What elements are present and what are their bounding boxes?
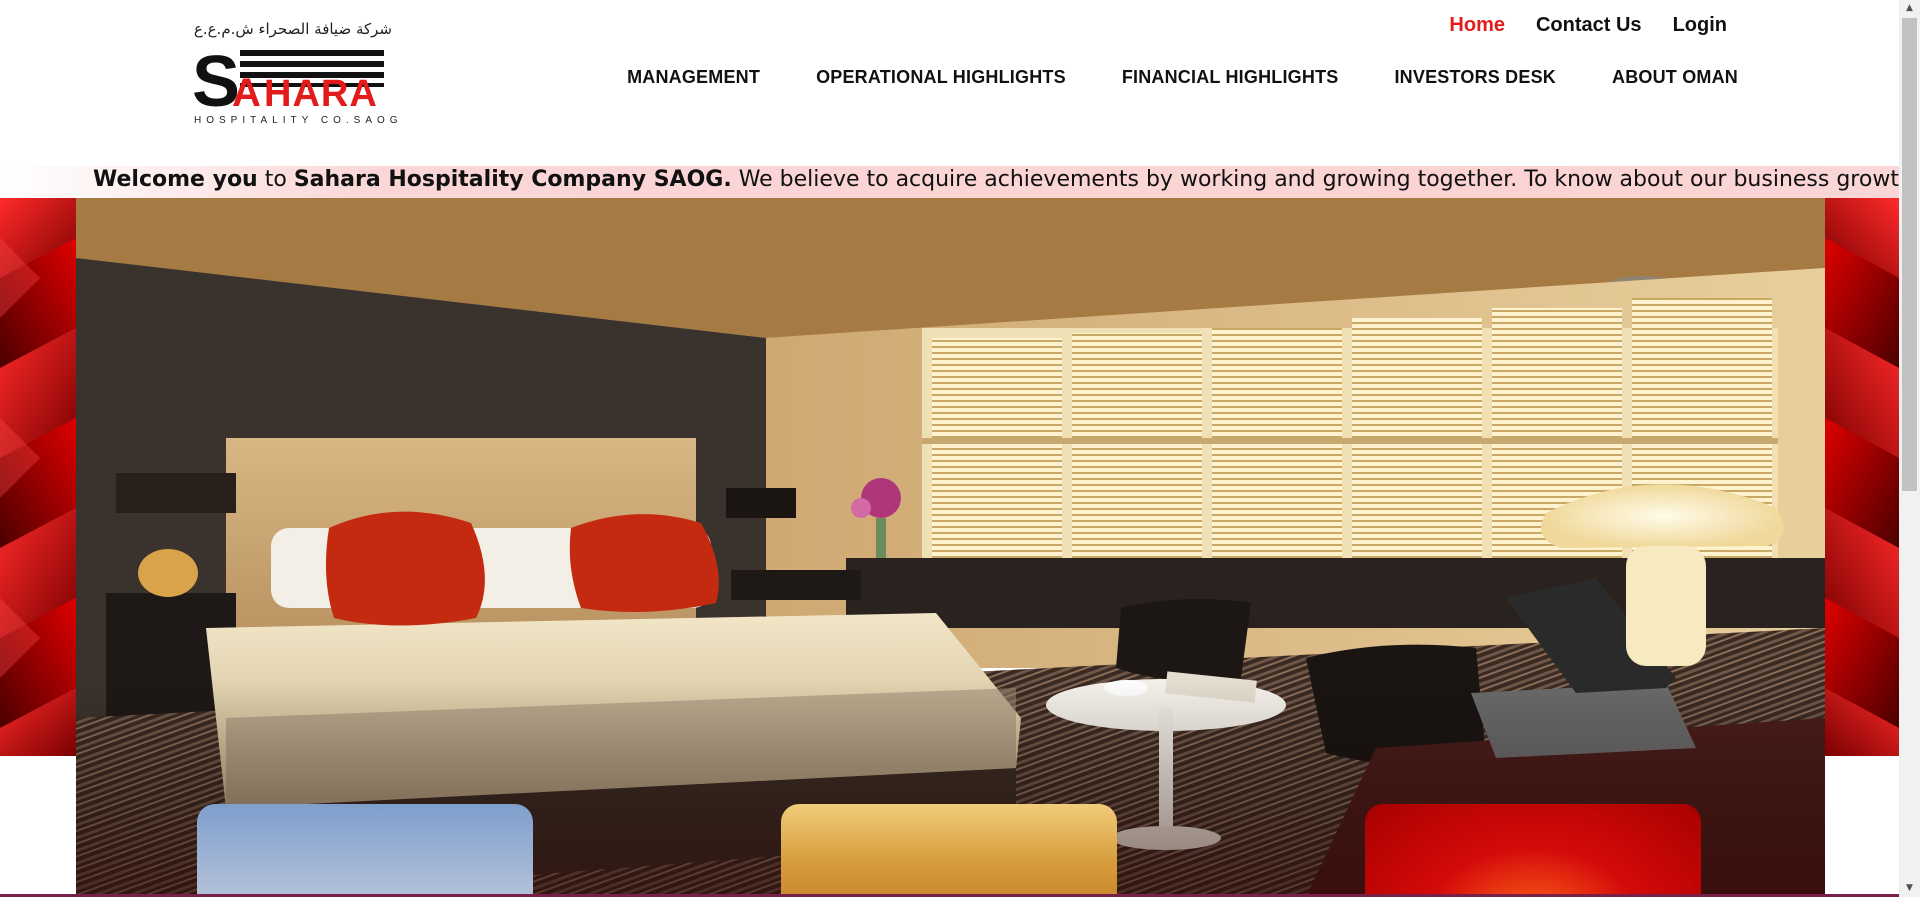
left-decorative-panel [0,198,76,756]
nav-investors-desk[interactable]: INVESTORS DESK [1394,67,1556,88]
feature-card-2[interactable] [781,804,1117,897]
nav-management[interactable]: MANAGEMENT [627,67,760,88]
nav-about-oman[interactable]: ABOUT OMAN [1612,67,1738,88]
svg-text:HARA: HARA [264,73,378,114]
page: شركة ضيافة الصحراء ش.م.ع.ع S A HARA HOSP… [0,0,1899,897]
right-decorative-panel [1825,198,1899,756]
marquee-rest: We believe to acquire achievements by wo… [738,167,1899,192]
logo-subtitle: HOSPITALITY CO.SAOG [194,115,403,126]
logo-arabic-name: شركة ضيافة الصحراء ش.م.ع.ع [193,20,392,38]
scroll-up-arrow-icon[interactable]: ▲ [1899,0,1920,17]
main-navigation: MANAGEMENT OPERATIONAL HIGHLIGHTS FINANC… [627,67,1738,88]
contact-us-link[interactable]: Contact Us [1536,14,1642,37]
company-logo[interactable]: شركة ضيافة الصحراء ش.م.ع.ع S A HARA HOSP… [192,20,398,130]
feature-card-1[interactable] [197,804,533,897]
marquee-company: Sahara Hospitality Company SAOG. [293,167,732,192]
nav-operational-highlights[interactable]: OPERATIONAL HIGHLIGHTS [816,67,1066,88]
svg-text:A: A [232,71,261,114]
scroll-down-arrow-icon[interactable]: ▼ [1899,880,1920,897]
marquee-to: to [264,167,287,192]
feature-card-3[interactable] [1365,804,1701,897]
vertical-scrollbar[interactable]: ▲ ▼ [1899,0,1920,897]
hero-image [76,198,1825,897]
scrollbar-thumb[interactable] [1902,18,1917,491]
marquee-text: Welcome you to Sahara Hospitality Compan… [93,167,1899,192]
marquee-welcome: Welcome you [93,167,258,192]
home-link[interactable]: Home [1449,14,1505,37]
top-links: Home Contact Us Login [1449,14,1727,37]
login-link[interactable]: Login [1673,14,1727,37]
nav-financial-highlights[interactable]: FINANCIAL HIGHLIGHTS [1122,67,1339,88]
welcome-marquee: Welcome you to Sahara Hospitality Compan… [0,166,1899,198]
logo-wordmark: S A HARA [192,44,384,114]
